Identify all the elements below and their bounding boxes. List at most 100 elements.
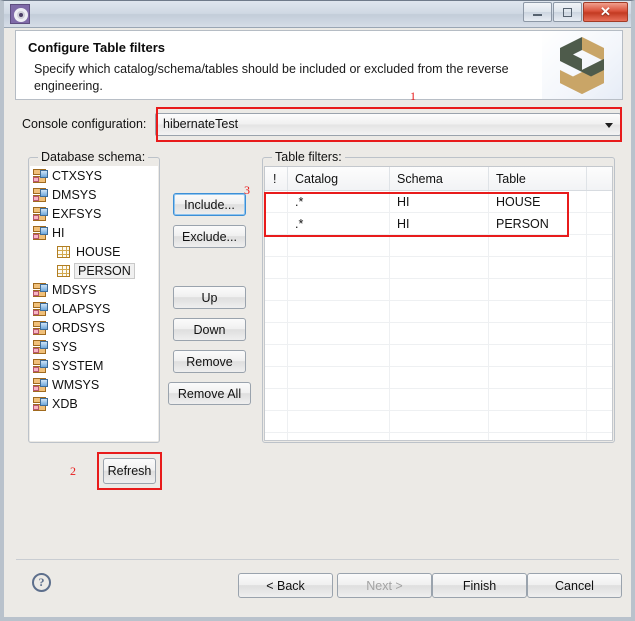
- annotation-number-2: 2: [70, 464, 76, 478]
- schema-icon: [32, 339, 48, 354]
- table-cell-empty: [390, 345, 489, 366]
- table-row[interactable]: .* HI PERSON: [265, 213, 612, 235]
- tree-item-label: EXFSYS: [52, 206, 102, 221]
- column-header[interactable]: !: [265, 167, 288, 190]
- table-row-empty[interactable]: [265, 433, 612, 440]
- tree-item-label: SYSTEM: [52, 358, 104, 373]
- database-schema-tree[interactable]: CTXSYS DMSYS EXFSYS HI HOUSE PERSON MDSYS OLAPS…: [30, 166, 158, 441]
- include-button[interactable]: Include...: [173, 193, 246, 216]
- tree-item-hi[interactable]: HI: [30, 223, 158, 242]
- table-row[interactable]: .* HI HOUSE: [265, 191, 612, 213]
- tree-item-label: CTXSYS: [52, 168, 103, 183]
- table-cell-extra: [587, 191, 612, 212]
- footer-divider: [16, 559, 619, 560]
- schema-icon: [32, 168, 48, 183]
- tree-item-system[interactable]: SYSTEM: [30, 356, 158, 375]
- tree-item-label: SYS: [52, 339, 78, 354]
- table-cell-empty: [265, 367, 288, 388]
- tree-item-exfsys[interactable]: EXFSYS: [30, 204, 158, 223]
- console-configuration-dropdown[interactable]: hibernateTest: [155, 113, 621, 136]
- table-cell-empty: [489, 323, 587, 344]
- table-row-empty[interactable]: [265, 345, 612, 367]
- database-schema-group: Database schema: CTXSYS DMSYS EXFSYS HI HOUS…: [28, 150, 160, 443]
- table-cell-empty: [489, 389, 587, 410]
- next-button: Next >: [337, 573, 432, 598]
- maximize-button[interactable]: [553, 2, 582, 22]
- minimize-button[interactable]: [523, 2, 552, 22]
- remove-button[interactable]: Remove: [173, 350, 246, 373]
- remove-all-button[interactable]: Remove All: [168, 382, 251, 405]
- tree-item-label: HI: [52, 225, 65, 240]
- schema-icon: [32, 358, 48, 373]
- schema-icon: [32, 187, 48, 202]
- table-cell-empty: [265, 279, 288, 300]
- table-cell-empty: [587, 367, 612, 388]
- page-description: Specify which catalog/schema/tables shou…: [34, 62, 509, 93]
- help-icon[interactable]: ?: [32, 573, 51, 592]
- close-button[interactable]: ✕: [583, 2, 628, 22]
- tree-item-house[interactable]: HOUSE: [30, 242, 158, 261]
- table-filters-label: Table filters:: [272, 150, 345, 164]
- tree-item-ordsys[interactable]: ORDSYS: [30, 318, 158, 337]
- table-cell-empty: [288, 257, 390, 278]
- table-cell-empty: [587, 389, 612, 410]
- tree-item-person[interactable]: PERSON: [30, 261, 158, 280]
- table-cell-empty: [265, 235, 288, 256]
- up-button[interactable]: Up: [173, 286, 246, 309]
- table-row-empty[interactable]: [265, 235, 612, 257]
- tree-item-label: MDSYS: [52, 282, 97, 297]
- column-header[interactable]: Table: [489, 167, 587, 190]
- table-cell-flag: [265, 191, 288, 212]
- tree-item-olapsys[interactable]: OLAPSYS: [30, 299, 158, 318]
- column-header[interactable]: Schema: [390, 167, 489, 190]
- dialog-window: ✕ Configure Table filters Specify which …: [0, 0, 635, 621]
- schema-icon: [32, 206, 48, 221]
- annotation-number-3: 3: [244, 183, 250, 197]
- down-button[interactable]: Down: [173, 318, 246, 341]
- tree-item-sys[interactable]: SYS: [30, 337, 158, 356]
- table-cell-schema: HI: [390, 213, 489, 234]
- table-row-empty[interactable]: [265, 323, 612, 345]
- table-cell-empty: [288, 279, 390, 300]
- table-row-empty[interactable]: [265, 389, 612, 411]
- tree-item-xdb[interactable]: XDB: [30, 394, 158, 413]
- table-cell-empty: [587, 323, 612, 344]
- tree-item-wmsys[interactable]: WMSYS: [30, 375, 158, 394]
- table-cell-empty: [489, 367, 587, 388]
- schema-icon: [32, 320, 48, 335]
- dialog-header: Configure Table filters Specify which ca…: [15, 30, 623, 100]
- table-cell-empty: [288, 301, 390, 322]
- table-header-row: ! Catalog Schema Table: [265, 167, 612, 191]
- exclude-button[interactable]: Exclude...: [173, 225, 246, 248]
- table-cell-extra: [587, 213, 612, 234]
- table-cell-empty: [288, 345, 390, 366]
- schema-icon: [32, 282, 48, 297]
- table-cell-empty: [489, 257, 587, 278]
- table-cell-table: PERSON: [489, 213, 587, 234]
- tree-item-mdsys[interactable]: MDSYS: [30, 280, 158, 299]
- table-row-empty[interactable]: [265, 411, 612, 433]
- table-cell-flag: [265, 213, 288, 234]
- back-button[interactable]: < Back: [238, 573, 333, 598]
- table-row-empty[interactable]: [265, 301, 612, 323]
- database-schema-label: Database schema:: [38, 150, 149, 164]
- finish-button[interactable]: Finish: [432, 573, 527, 598]
- hibernate-logo-icon: [542, 31, 622, 99]
- table-icon: [56, 264, 72, 278]
- table-row-empty[interactable]: [265, 367, 612, 389]
- column-header[interactable]: [587, 167, 612, 190]
- table-cell-empty: [265, 323, 288, 344]
- cancel-button[interactable]: Cancel: [527, 573, 622, 598]
- table-row-empty[interactable]: [265, 279, 612, 301]
- table-filters-table[interactable]: ! Catalog Schema Table .* HI HOUSE .* HI PERSON: [264, 166, 613, 441]
- tree-item-dmsys[interactable]: DMSYS: [30, 185, 158, 204]
- table-cell-empty: [265, 411, 288, 432]
- table-cell-empty: [265, 389, 288, 410]
- refresh-button[interactable]: Refresh: [103, 458, 156, 484]
- tree-item-ctxsys[interactable]: CTXSYS: [30, 166, 158, 185]
- table-icon: [56, 245, 72, 259]
- table-cell-empty: [587, 235, 612, 256]
- table-cell-empty: [587, 257, 612, 278]
- table-row-empty[interactable]: [265, 257, 612, 279]
- column-header[interactable]: Catalog: [288, 167, 390, 190]
